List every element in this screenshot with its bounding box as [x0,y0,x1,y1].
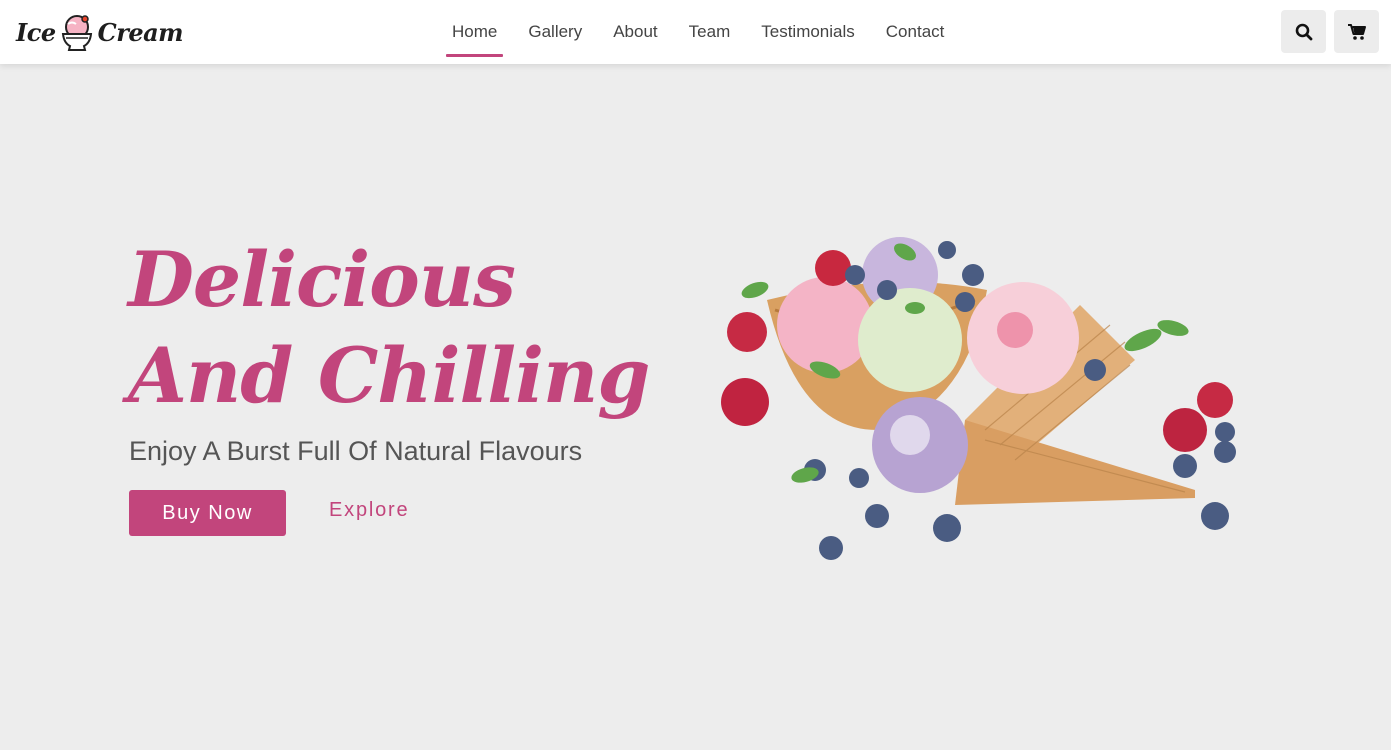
nav-item-home[interactable]: Home [445,18,504,57]
logo-word-cream: Cream [97,17,184,47]
explore-link[interactable]: Explore [329,499,409,522]
nav-item-team[interactable]: Team [689,18,731,46]
hero-subtitle: Enjoy A Burst Full Of Natural Flavours [129,436,583,466]
logo-word-ice: Ice [16,17,56,47]
nav-item-contact[interactable]: Contact [886,18,945,46]
buy-now-button[interactable]: Buy Now [129,490,286,536]
main-nav: Home Gallery About Team Testimonials Con… [445,0,975,64]
hero-heading-line-1: Delicious [128,235,516,324]
brand-logo[interactable]: Ice Cream [16,12,184,52]
nav-item-about[interactable]: About [613,18,657,46]
search-icon [1295,23,1312,40]
nav-item-gallery[interactable]: Gallery [528,18,582,46]
search-button[interactable] [1281,10,1326,53]
top-navbar: Ice Cream Home Gallery About Team Testim… [0,0,1391,64]
ice-cream-cones-image [721,237,1236,560]
ice-cream-cup-icon [61,15,92,51]
cart-button[interactable] [1334,10,1379,53]
nav-item-testimonials[interactable]: Testimonials [761,18,855,46]
cart-icon [1347,23,1366,40]
hero-heading-line-2: And Chilling [128,331,650,420]
